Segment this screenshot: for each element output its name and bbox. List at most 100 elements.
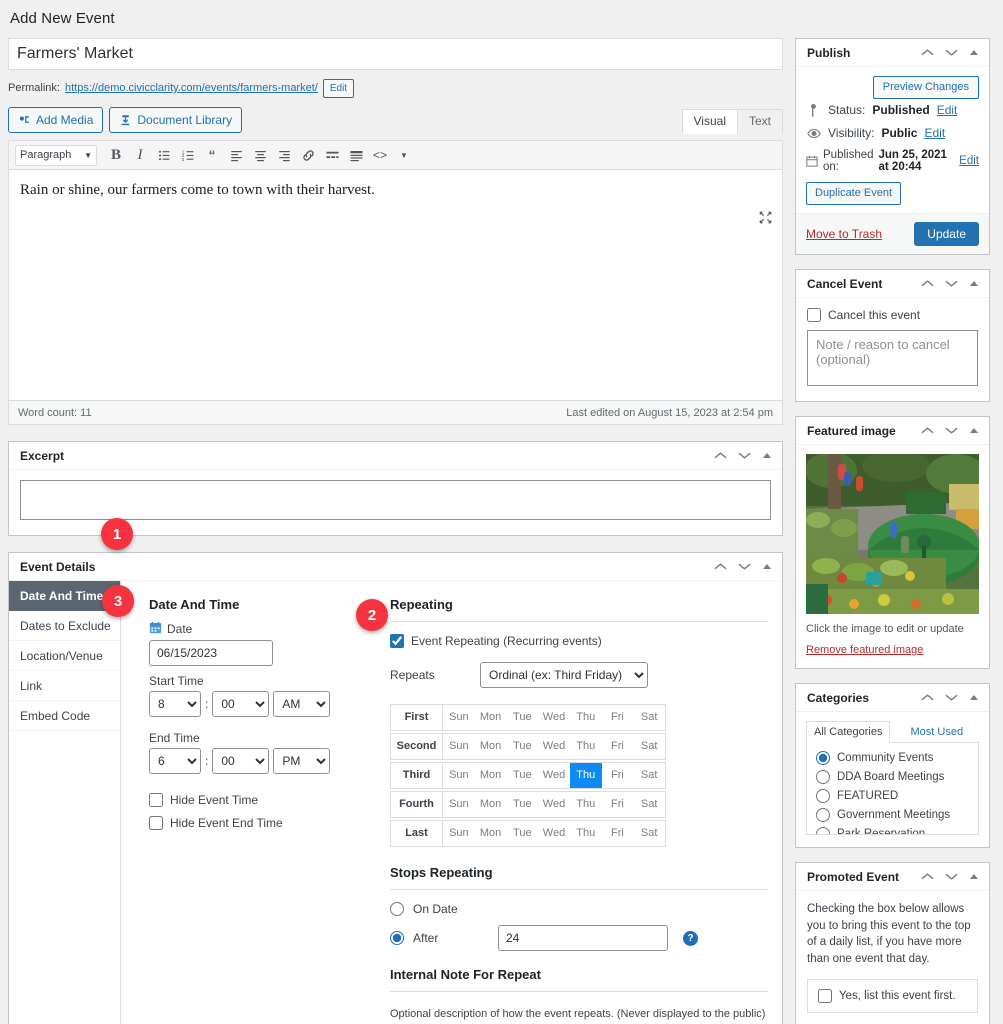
move-down-icon[interactable] [945,872,958,881]
day-cell-last-wed[interactable]: Wed [538,821,570,846]
day-cell-second-tue[interactable]: Tue [506,734,538,759]
remove-featured-image-link[interactable]: Remove featured image [806,644,923,656]
day-cell-third-wed[interactable]: Wed [538,763,570,788]
add-media-button[interactable]: Add Media [8,107,103,133]
day-cell-fourth-sun[interactable]: Sun [443,792,475,817]
day-cell-third-mon[interactable]: Mon [475,763,507,788]
tab-link[interactable]: Link [9,671,120,701]
bulleted-list-icon[interactable] [153,144,175,166]
tab-embed-code[interactable]: Embed Code [9,701,120,731]
start-meridiem-select[interactable]: AM [273,691,330,717]
day-cell-second-wed[interactable]: Wed [538,734,570,759]
start-hour-select[interactable]: 8 [149,691,201,717]
day-cell-second-sat[interactable]: Sat [633,734,665,759]
excerpt-textarea[interactable] [20,480,771,520]
stops-after-count-input[interactable] [498,925,668,951]
day-cell-fourth-thu[interactable]: Thu [570,792,602,817]
event-title-input[interactable] [8,38,783,70]
toggle-panel-icon[interactable] [762,452,772,459]
event-repeating-checkbox[interactable] [390,634,404,648]
move-up-icon[interactable] [714,562,727,571]
category-radio[interactable] [816,808,830,822]
link-icon[interactable] [297,144,319,166]
preview-changes-button[interactable]: Preview Changes [873,76,979,99]
day-cell-first-sat[interactable]: Sat [633,705,665,730]
edit-published-link[interactable]: Edit [959,155,979,167]
paragraph-format-select[interactable]: Paragraph ▼ [15,145,97,166]
end-meridiem-select[interactable]: PM [273,748,330,774]
day-cell-fourth-sat[interactable]: Sat [633,792,665,817]
toggle-panel-icon[interactable] [969,280,979,287]
category-radio[interactable] [816,751,830,765]
day-cell-second-fri[interactable]: Fri [602,734,634,759]
day-cell-fourth-mon[interactable]: Mon [475,792,507,817]
align-right-icon[interactable] [273,144,295,166]
tab-visual[interactable]: Visual [682,109,738,134]
day-cell-first-thu[interactable]: Thu [570,705,602,730]
numbered-list-icon[interactable]: 123 [177,144,199,166]
align-center-icon[interactable] [249,144,271,166]
edit-status-link[interactable]: Edit [937,103,958,117]
toggle-panel-icon[interactable] [969,694,979,701]
tab-text[interactable]: Text [737,109,783,134]
category-radio[interactable] [816,789,830,803]
day-cell-fourth-wed[interactable]: Wed [538,792,570,817]
day-cell-second-mon[interactable]: Mon [475,734,507,759]
tab-all-categories[interactable]: All Categories [806,721,890,743]
day-cell-first-sun[interactable]: Sun [443,705,475,730]
toggle-panel-icon[interactable] [969,427,979,434]
stops-on-date-radio[interactable] [390,902,404,916]
italic-icon[interactable]: I [129,144,151,166]
move-up-icon[interactable] [714,451,727,460]
category-radio[interactable] [816,770,830,784]
stops-after-radio[interactable] [390,931,404,945]
day-cell-last-sat[interactable]: Sat [633,821,665,846]
chevron-down-icon[interactable]: ▼ [393,144,415,166]
blockquote-icon[interactable]: “ [201,144,223,166]
editor-content-area[interactable]: Rain or shine, our farmers come to town … [9,170,782,400]
day-cell-fourth-tue[interactable]: Tue [506,792,538,817]
day-cell-first-tue[interactable]: Tue [506,705,538,730]
move-up-icon[interactable] [921,426,934,435]
edit-permalink-button[interactable]: Edit [323,79,354,98]
cancel-this-event-checkbox[interactable] [807,308,821,322]
toggle-panel-icon[interactable] [969,873,979,880]
day-cell-third-tue[interactable]: Tue [506,763,538,788]
start-minute-select[interactable]: 00 [212,691,269,717]
day-cell-second-thu[interactable]: Thu [570,734,602,759]
edit-visibility-link[interactable]: Edit [924,126,945,140]
end-hour-select[interactable]: 6 [149,748,201,774]
day-cell-second-sun[interactable]: Sun [443,734,475,759]
day-cell-first-fri[interactable]: Fri [602,705,634,730]
list-event-first-checkbox[interactable] [818,989,832,1003]
hide-event-end-time-checkbox[interactable] [149,816,163,830]
day-cell-first-mon[interactable]: Mon [475,705,507,730]
move-down-icon[interactable] [738,451,751,460]
move-up-icon[interactable] [921,48,934,57]
move-up-icon[interactable] [921,693,934,702]
move-down-icon[interactable] [945,279,958,288]
move-down-icon[interactable] [945,693,958,702]
toggle-panel-icon[interactable] [762,563,772,570]
featured-image-thumbnail[interactable] [806,454,979,614]
toggle-panel-icon[interactable] [969,49,979,56]
category-radio[interactable] [816,827,830,835]
help-icon[interactable]: ? [683,931,698,946]
event-date-input[interactable] [149,640,273,666]
duplicate-event-button[interactable]: Duplicate Event [806,182,901,205]
day-cell-third-sat[interactable]: Sat [633,763,665,788]
toolbar-toggle-icon[interactable] [345,144,367,166]
move-up-icon[interactable] [921,279,934,288]
day-cell-last-thu[interactable]: Thu [570,821,602,846]
update-button[interactable]: Update [914,222,979,246]
code-icon[interactable]: <> [369,144,391,166]
document-library-button[interactable]: Document Library [109,107,242,133]
categories-list[interactable]: Community Events DDA Board Meetings FEAT… [806,743,979,835]
move-to-trash-link[interactable]: Move to Trash [806,227,882,241]
end-minute-select[interactable]: 00 [212,748,269,774]
read-more-icon[interactable] [321,144,343,166]
move-down-icon[interactable] [945,426,958,435]
day-cell-third-thu[interactable]: Thu [570,763,602,788]
day-cell-last-fri[interactable]: Fri [602,821,634,846]
cancel-reason-textarea[interactable] [807,330,978,386]
